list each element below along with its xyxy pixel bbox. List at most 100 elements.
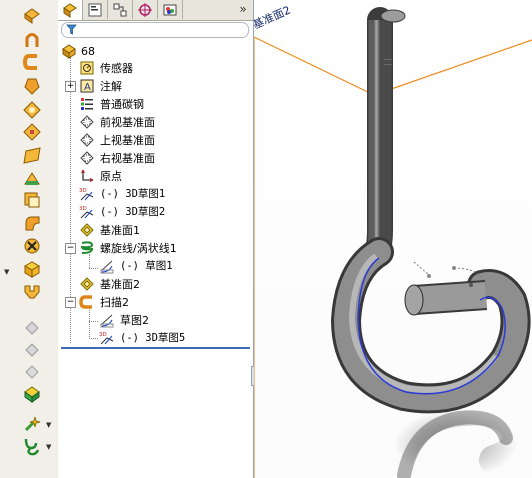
part-icon	[61, 43, 77, 59]
hook-end	[413, 282, 487, 313]
tree-item-annotations[interactable]: + A 注解	[58, 78, 253, 95]
mirror-icon[interactable]	[22, 282, 42, 302]
svg-text:3D: 3D	[99, 332, 107, 338]
tree-item-plane-2[interactable]: 基准面2	[58, 276, 253, 293]
reference-geometry-icon[interactable]	[22, 414, 42, 434]
tree-root-part[interactable]: 68	[58, 43, 253, 60]
tree-item-label: 基准面1	[100, 224, 140, 237]
tab-feature-manager[interactable]	[58, 0, 83, 20]
tree-item-sweep-2[interactable]: − 扫描2	[58, 294, 253, 311]
linear-pattern-icon[interactable]	[22, 259, 42, 279]
plane-icon	[79, 132, 95, 148]
plane-icon	[79, 150, 95, 166]
tree-item-label: 注解	[100, 80, 122, 93]
tree-item-right-plane[interactable]: 右视基准面	[58, 150, 253, 167]
tree-item-label: 螺旋线/涡状线1	[100, 242, 177, 255]
feature-manager-panel: » 68 传感器 + A 注解 普通碳钢 前视基准面 上视基准面 右视基准面 原…	[58, 0, 261, 478]
tree-item-label: (-) 3D草图1	[100, 188, 166, 200]
sketch-icon	[99, 312, 115, 328]
extruded-boss-icon[interactable]	[22, 6, 42, 26]
chamfer-icon[interactable]	[22, 236, 42, 256]
tree-item-label: 普通碳钢	[100, 98, 144, 111]
hook-rod	[364, 20, 392, 265]
tree-item-helix-1[interactable]: − 螺旋线/涡状线1	[58, 240, 253, 257]
plane-feature-icon	[79, 276, 95, 292]
tree-root-label: 68	[81, 45, 95, 58]
filter-icon	[66, 24, 77, 35]
extruded-cut-icon[interactable]	[22, 122, 42, 142]
annotation-icon: A	[79, 78, 95, 94]
collapse-toggle[interactable]: −	[65, 297, 76, 308]
sketch-point	[469, 283, 473, 287]
tree-item-sketch-2[interactable]: 草图2	[58, 312, 253, 329]
tab-dimxpert-manager[interactable]	[133, 0, 158, 19]
curves-icon[interactable]	[22, 436, 42, 456]
graphics-viewport[interactable]: | | 基准面2	[254, 0, 532, 478]
curves-dropdown[interactable]: ▼	[46, 443, 51, 451]
plane-icon[interactable]	[22, 145, 42, 165]
3d-sketch-icon: 3D	[99, 330, 115, 346]
tree-item-label: 上视基准面	[100, 134, 155, 147]
sketch-point	[427, 274, 431, 278]
plane-feature-icon	[79, 222, 95, 238]
tree-item-sensors[interactable]: 传感器	[58, 60, 253, 77]
hook-loop	[333, 240, 528, 411]
rollback-bar[interactable]	[61, 347, 250, 349]
reference-geometry-dropdown[interactable]: ▼	[46, 421, 51, 429]
plane-icon	[79, 114, 95, 130]
tab-property-manager[interactable]	[83, 0, 108, 19]
origin-icon	[79, 168, 95, 184]
features-toolbar: ▼ ▼ ▼	[0, 0, 59, 478]
tree-item-label: (-) 3D草图2	[100, 206, 166, 218]
tree-item-label: 右视基准面	[100, 152, 155, 165]
collapse-toggle[interactable]: −	[65, 243, 76, 254]
svg-text:A: A	[84, 82, 91, 93]
tree-item-3d-sketch-1[interactable]: 3D (-) 3D草图1	[58, 186, 253, 203]
sketch-point	[452, 266, 456, 270]
shell-icon[interactable]	[22, 190, 42, 210]
tabs-more-button[interactable]: »	[234, 0, 252, 19]
tree-item-label: (-) 草图1	[120, 260, 173, 272]
rib-icon[interactable]	[22, 168, 42, 188]
panel-tabs: »	[58, 0, 253, 21]
tree-filter-input[interactable]	[61, 22, 249, 38]
tree-item-sketch-1[interactable]: (-) 草图1	[58, 258, 253, 275]
tree-item-3d-sketch-2[interactable]: 3D (-) 3D草图2	[58, 204, 253, 221]
tree-item-front-plane[interactable]: 前视基准面	[58, 114, 253, 131]
instant3d-icon[interactable]	[22, 384, 42, 404]
revolved-boss-icon[interactable]	[22, 30, 42, 50]
rod-engraving: | |	[384, 58, 393, 66]
sketch-icon	[99, 258, 115, 274]
tab-display-manager[interactable]	[158, 0, 183, 19]
toolbar-dropdown-arrow[interactable]: ▼	[4, 268, 9, 276]
tab-configuration-manager[interactable]	[108, 0, 133, 19]
helix-icon	[79, 240, 95, 256]
3d-sketch-icon: 3D	[79, 204, 95, 220]
model-view: | |	[254, 7, 532, 478]
material-icon	[79, 96, 95, 112]
tree-item-3d-sketch-5[interactable]: 3D (-) 3D草图5	[58, 330, 253, 347]
disabled-feature-icon	[22, 340, 42, 360]
sweep-icon	[79, 294, 95, 310]
tree-item-label: 前视基准面	[100, 116, 155, 129]
tree-item-label: (-) 3D草图5	[120, 332, 186, 344]
boundary-boss-icon[interactable]	[22, 100, 42, 120]
tree-item-top-plane[interactable]: 上视基准面	[58, 132, 253, 149]
tree-item-label: 基准面2	[100, 278, 140, 291]
hook-end-face	[404, 284, 424, 316]
tree-item-plane-1[interactable]: 基准面1	[58, 222, 253, 239]
svg-text:3D: 3D	[79, 188, 87, 194]
sensor-icon	[79, 60, 95, 76]
tree-item-label: 扫描2	[100, 296, 129, 309]
expand-toggle[interactable]: +	[65, 81, 76, 92]
tree-item-origin[interactable]: 原点	[58, 168, 253, 185]
disabled-feature-icon	[22, 318, 42, 338]
tree-item-material[interactable]: 普通碳钢	[58, 96, 253, 113]
rod-end-face	[380, 9, 406, 23]
disabled-feature-icon	[22, 362, 42, 382]
lofted-boss-icon[interactable]	[22, 76, 42, 96]
swept-boss-icon[interactable]	[22, 52, 42, 72]
tree-item-label: 草图2	[120, 314, 149, 327]
tree-item-label: 传感器	[100, 62, 133, 75]
fillet-icon[interactable]	[22, 213, 42, 233]
